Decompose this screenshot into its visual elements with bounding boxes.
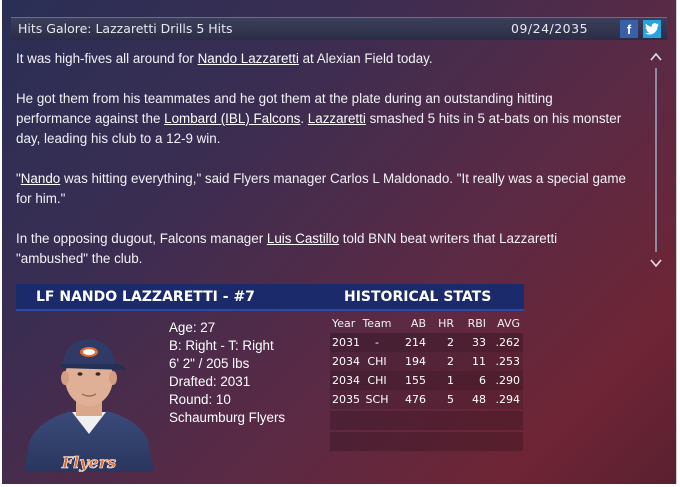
scroll-up-icon[interactable] xyxy=(649,50,663,64)
column-header: Team xyxy=(362,317,392,330)
historical-stats-table: Year Team AB HR RBI AVG 2031-214 2 33.262 … xyxy=(330,314,523,454)
article-paragraph: In the opposing dugout, Falcons manager … xyxy=(16,231,558,266)
player-height-weight: 6' 2" / 205 lbs xyxy=(169,356,250,371)
column-header: HR xyxy=(438,317,454,330)
table-row: 2034 CHI 194 2 11.253 xyxy=(330,352,523,371)
player-age: Age: 27 xyxy=(169,320,216,335)
column-header: AVG xyxy=(497,317,520,330)
player-team: Schaumburg Flyers xyxy=(169,410,286,425)
headline: Hits Galore: Lazzaretti Drills 5 Hits xyxy=(18,21,233,36)
table-row: 2031-214 2 33.262 xyxy=(330,333,523,352)
player-link[interactable]: Nando Lazzaretti xyxy=(198,51,299,66)
column-header: Year xyxy=(332,317,356,330)
team-link[interactable]: Lombard (IBL) Falcons xyxy=(164,111,300,126)
player-portrait: Flyers xyxy=(24,339,154,472)
article-body: It was high-fives all around for Nando L… xyxy=(16,49,626,289)
player-round: Round: 10 xyxy=(169,392,231,407)
player-link[interactable]: Nando xyxy=(21,171,60,186)
player-bats-throws: B: Right - T: Right xyxy=(169,338,274,353)
twitter-share-icon[interactable] xyxy=(643,20,661,38)
manager-link[interactable]: Luis Castillo xyxy=(267,231,339,246)
facebook-share-icon[interactable]: f xyxy=(620,20,638,38)
article-paragraph: It was high-fives all around for Nando L… xyxy=(16,51,433,66)
empty-table-row xyxy=(330,411,523,430)
jersey-wordmark: Flyers xyxy=(61,453,116,472)
scroll-down-icon[interactable] xyxy=(649,256,663,270)
article-paragraph: "Nando was hitting everything," said Fly… xyxy=(16,171,626,206)
table-row: 2034 CHI 155 1 6.290 xyxy=(330,371,523,390)
player-link[interactable]: Lazzaretti xyxy=(308,111,366,126)
column-header: RBI xyxy=(467,317,486,330)
historical-stats-heading: HISTORICAL STATS xyxy=(344,289,492,305)
column-header: AB xyxy=(410,317,426,330)
player-header-bar: LF NANDO LAZZARETTI - #7 HISTORICAL STAT… xyxy=(16,284,524,311)
empty-table-row xyxy=(330,432,523,451)
news-window: Hits Galore: Lazzaretti Drills 5 Hits 09… xyxy=(2,0,677,484)
article-date: 09/24/2035 xyxy=(511,21,589,36)
scrollbar[interactable] xyxy=(655,68,657,252)
player-name-heading: LF NANDO LAZZARETTI - #7 xyxy=(36,289,255,305)
stats-header-row: Year Team AB HR RBI AVG xyxy=(330,314,523,333)
player-drafted: Drafted: 2031 xyxy=(169,374,251,389)
title-bar: Hits Galore: Lazzaretti Drills 5 Hits 09… xyxy=(11,17,667,40)
player-bio: Age: 27 B: Right - T: Right 6' 2" / 205 … xyxy=(169,319,285,427)
table-row: 2035 SCH 476 5 48.294 xyxy=(330,390,523,409)
article-paragraph: He got them from his teammates and he go… xyxy=(16,91,622,146)
